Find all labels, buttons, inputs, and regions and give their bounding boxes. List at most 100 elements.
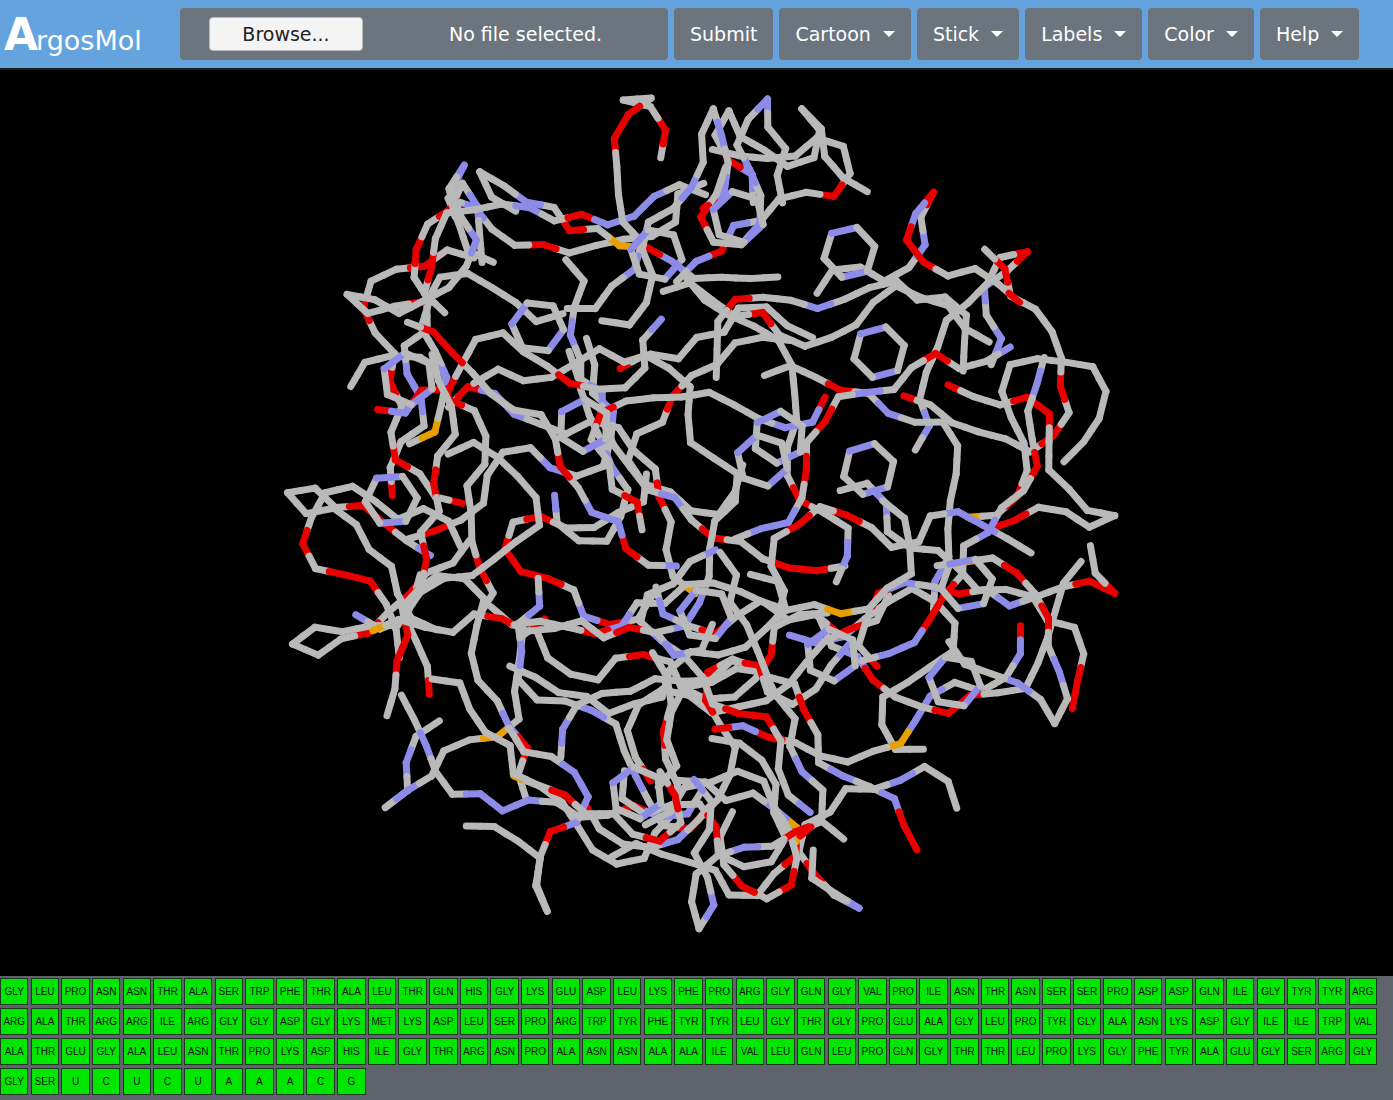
residue[interactable]: LYS [1073, 1038, 1101, 1065]
residue[interactable]: GLY [215, 1008, 243, 1035]
residue[interactable]: TYR [1042, 1008, 1070, 1035]
residue[interactable]: GLY [1103, 1038, 1131, 1065]
residue[interactable]: GLY [306, 1008, 334, 1035]
residue[interactable]: PRO [1042, 1038, 1070, 1065]
residue[interactable]: THR [797, 1008, 825, 1035]
residue[interactable]: LYS [276, 1038, 304, 1065]
residue[interactable]: LYS [337, 1008, 365, 1035]
residue[interactable]: ILE [1226, 978, 1254, 1005]
residue[interactable]: TRP [1318, 1008, 1346, 1035]
residue[interactable]: LEU [736, 1008, 764, 1035]
browse-button[interactable]: Browse... [209, 17, 363, 51]
residue[interactable]: GLN [1195, 978, 1223, 1005]
residue[interactable]: SER [1042, 978, 1070, 1005]
residue[interactable]: LEU [368, 978, 396, 1005]
residue[interactable]: ILE [1257, 1008, 1285, 1035]
residue[interactable]: THR [950, 1038, 978, 1065]
residue[interactable]: THR [153, 978, 181, 1005]
residue[interactable]: THR [398, 978, 426, 1005]
residue[interactable]: PRO [521, 1008, 549, 1035]
residue[interactable]: ALA [919, 1008, 947, 1035]
residue[interactable]: GLY [766, 978, 794, 1005]
residue[interactable]: G [337, 1068, 365, 1095]
residue[interactable]: LEU [1011, 1038, 1039, 1065]
residue[interactable]: A [215, 1068, 243, 1095]
submit-button[interactable]: Submit [674, 8, 773, 60]
residue[interactable]: U [123, 1068, 151, 1095]
residue[interactable]: PHE [1134, 1038, 1162, 1065]
residue[interactable]: THR [61, 1008, 89, 1035]
residue[interactable]: ILE [368, 1038, 396, 1065]
residue[interactable]: ARG [736, 978, 764, 1005]
residue[interactable]: ALA [644, 1038, 672, 1065]
residue[interactable]: ASN [1134, 1008, 1162, 1035]
residue[interactable]: GLN [797, 1038, 825, 1065]
residue[interactable]: ASP [1165, 978, 1193, 1005]
residue[interactable]: ASN [582, 1038, 610, 1065]
residue[interactable]: GLY [490, 978, 518, 1005]
residue[interactable]: THR [981, 978, 1009, 1005]
residue[interactable]: GLY [766, 1008, 794, 1035]
molecule-viewer[interactable] [0, 70, 1393, 976]
residue[interactable]: PHE [276, 978, 304, 1005]
residue[interactable]: SER [490, 1008, 518, 1035]
residue[interactable]: ARG [92, 1008, 120, 1035]
residue[interactable]: ILE [1287, 1008, 1315, 1035]
residue[interactable]: THR [215, 1038, 243, 1065]
residue[interactable]: ASN [1011, 978, 1039, 1005]
dropdown-button[interactable]: Stick [917, 8, 1019, 60]
dropdown-button[interactable]: Cartoon [779, 8, 910, 60]
residue[interactable]: ARG [1318, 1038, 1346, 1065]
residue[interactable]: ASP [429, 1008, 457, 1035]
residue[interactable]: ALA [674, 1038, 702, 1065]
residue[interactable]: GLU [552, 978, 580, 1005]
residue[interactable]: GLY [1226, 1008, 1254, 1035]
residue[interactable]: GLY [950, 1008, 978, 1035]
residue[interactable]: PRO [521, 1038, 549, 1065]
residue[interactable]: VAL [858, 978, 886, 1005]
residue[interactable]: TRP [582, 1008, 610, 1035]
residue[interactable]: GLY [0, 978, 28, 1005]
residue[interactable]: GLU [889, 1008, 917, 1035]
residue[interactable]: ASN [92, 978, 120, 1005]
residue[interactable]: ALA [1103, 1008, 1131, 1035]
residue[interactable]: THR [429, 1038, 457, 1065]
residue[interactable]: TYR [613, 1008, 641, 1035]
residue[interactable]: GLY [828, 1008, 856, 1035]
residue[interactable]: LEU [828, 1038, 856, 1065]
residue[interactable]: VAL [1349, 1008, 1377, 1035]
residue[interactable]: ILE [153, 1008, 181, 1035]
residue[interactable]: ASP [1134, 978, 1162, 1005]
residue[interactable]: HIS [460, 978, 488, 1005]
residue[interactable]: THR [981, 1038, 1009, 1065]
residue[interactable]: GLY [1349, 1038, 1377, 1065]
residue[interactable]: PRO [1103, 978, 1131, 1005]
residue[interactable]: LYS [521, 978, 549, 1005]
residue[interactable]: C [92, 1068, 120, 1095]
residue[interactable]: PRO [245, 1038, 273, 1065]
residue[interactable]: GLY [828, 978, 856, 1005]
dropdown-button[interactable]: Help [1260, 8, 1359, 60]
residue[interactable]: GLY [245, 1008, 273, 1035]
residue[interactable]: LEU [613, 978, 641, 1005]
residue[interactable]: GLN [889, 1038, 917, 1065]
residue[interactable]: ALA [552, 1038, 580, 1065]
residue[interactable]: GLY [919, 1038, 947, 1065]
residue[interactable]: ARG [552, 1008, 580, 1035]
dropdown-button[interactable]: Color [1148, 8, 1254, 60]
residue[interactable]: SER [31, 1068, 59, 1095]
residue[interactable]: ALA [337, 978, 365, 1005]
residue[interactable]: ALA [1195, 1038, 1223, 1065]
residue[interactable]: ASP [306, 1038, 334, 1065]
residue[interactable]: LYS [398, 1008, 426, 1035]
residue[interactable]: TRP [245, 978, 273, 1005]
residue[interactable]: ALA [123, 1038, 151, 1065]
residue[interactable]: ASN [490, 1038, 518, 1065]
residue[interactable]: ARG [1349, 978, 1377, 1005]
residue[interactable]: PHE [644, 1008, 672, 1035]
residue[interactable]: GLY [1073, 1008, 1101, 1035]
residue[interactable]: ASN [613, 1038, 641, 1065]
residue[interactable]: HIS [337, 1038, 365, 1065]
residue[interactable]: ARG [123, 1008, 151, 1035]
residue[interactable]: ASN [950, 978, 978, 1005]
